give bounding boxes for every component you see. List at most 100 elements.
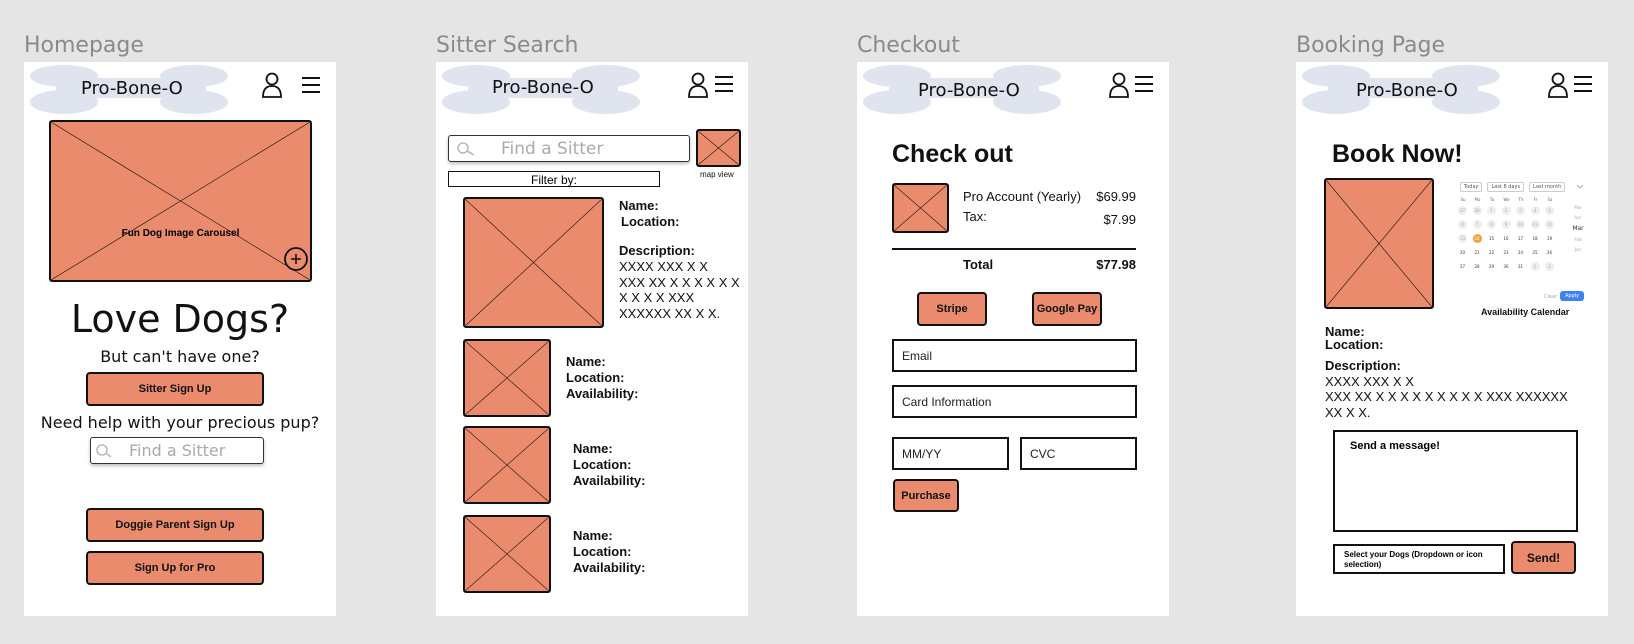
chevron-down-icon[interactable]: [1576, 184, 1584, 190]
sitter-result-photo[interactable]: [463, 339, 551, 417]
dog-select-dropdown[interactable]: Select your Dogs (Dropdown or icon selec…: [1333, 544, 1505, 574]
user-icon[interactable]: [261, 72, 283, 98]
brand-logo-text[interactable]: Pro-Bone-O: [492, 77, 594, 98]
homepage-subheadline: But can't have one?: [100, 347, 260, 366]
calendar-day[interactable]: 5: [1545, 206, 1554, 215]
cvc-field[interactable]: CVC: [1020, 437, 1137, 470]
map-view-thumbnail[interactable]: [696, 129, 741, 167]
calendar-day[interactable]: 8: [1487, 220, 1496, 229]
calendar-day[interactable]: 26: [1545, 248, 1554, 257]
calendar-caption: Availability Calendar: [1481, 307, 1570, 317]
calendar-day[interactable]: 24: [1516, 248, 1525, 257]
checkout-frame: Pro-Bone-O Check out Pro Account (Yearly…: [857, 62, 1169, 616]
featured-description-line: XXXX XXX X X: [619, 259, 708, 274]
total-price: $77.98: [1096, 257, 1136, 272]
calendar-preset-today[interactable]: Today: [1460, 182, 1483, 192]
calendar-day[interactable]: 22: [1487, 248, 1496, 257]
calendar-month[interactable]: Apr: [1575, 215, 1582, 220]
calendar-day[interactable]: 1: [1487, 206, 1496, 215]
calendar-day[interactable]: 20: [1458, 248, 1467, 257]
menu-icon[interactable]: [1134, 75, 1154, 93]
calendar-day[interactable]: 4: [1530, 206, 1540, 215]
calendar-month[interactable]: Feb: [1574, 237, 1581, 242]
calendar-preset-last-month[interactable]: Last month: [1529, 182, 1566, 192]
calendar-month[interactable]: Jan: [1575, 247, 1581, 252]
calendar-day[interactable]: 1: [1530, 262, 1540, 271]
calendar-day[interactable]: 6: [1458, 220, 1467, 229]
calendar-day[interactable]: 27: [1458, 262, 1467, 271]
send-button[interactable]: Send!: [1511, 541, 1576, 574]
calendar-day[interactable]: 12: [1545, 220, 1554, 229]
calendar-day[interactable]: 11: [1530, 220, 1540, 229]
calendar-day[interactable]: 9: [1501, 220, 1511, 229]
google-pay-button[interactable]: Google Pay: [1032, 292, 1102, 326]
calendar-day[interactable]: 29: [1487, 262, 1496, 271]
sitter-result-photo[interactable]: [463, 515, 551, 593]
calendar-day[interactable]: 19: [1545, 234, 1554, 243]
calendar-clear-button[interactable]: Clear: [1544, 294, 1557, 300]
user-icon[interactable]: [687, 72, 709, 98]
calendar-weekday: Th: [1518, 197, 1524, 202]
calendar-day[interactable]: 2: [1501, 206, 1511, 215]
email-field[interactable]: Email: [892, 339, 1137, 372]
item-price: $69.99: [1096, 189, 1136, 204]
calendar-day[interactable]: 13: [1458, 234, 1467, 243]
map-view-label[interactable]: map view: [700, 170, 734, 179]
calendar-day[interactable]: 16: [1502, 234, 1511, 243]
calendar-day[interactable]: 10: [1516, 220, 1525, 229]
calendar-day[interactable]: 17: [1516, 234, 1525, 243]
dog-image-carousel[interactable]: Fun Dog Image Carousel: [49, 120, 312, 282]
calendar-day-selected[interactable]: 14: [1472, 234, 1482, 243]
calendar-day[interactable]: 28: [1472, 206, 1482, 215]
calendar-day[interactable]: 25: [1531, 248, 1540, 257]
calendar-day[interactable]: 30: [1502, 262, 1511, 271]
calendar-day[interactable]: 7: [1472, 220, 1482, 229]
calendar-day[interactable]: 18: [1531, 234, 1540, 243]
calendar-day[interactable]: 2: [1545, 262, 1554, 271]
user-icon[interactable]: [1108, 72, 1130, 98]
calendar-day[interactable]: 23: [1502, 248, 1511, 257]
calendar-preset-last-8-days[interactable]: Last 8 days: [1487, 182, 1525, 192]
brand-logo-text[interactable]: Pro-Bone-O: [81, 78, 183, 99]
user-icon[interactable]: [1547, 72, 1569, 98]
menu-icon[interactable]: [301, 76, 321, 94]
item-name: Pro Account (Yearly): [963, 189, 1082, 204]
calendar-weekday: Su: [1460, 197, 1466, 202]
calendar-day[interactable]: 3: [1516, 206, 1525, 215]
frame-label-booking: Booking Page: [1296, 33, 1446, 58]
purchase-button[interactable]: Purchase: [893, 479, 959, 512]
sitter-search-input[interactable]: Find a Sitter: [448, 135, 690, 162]
calendar-month[interactable]: Mar: [1574, 205, 1582, 210]
featured-location-label: Location:: [621, 214, 680, 229]
menu-icon[interactable]: [714, 75, 734, 93]
message-textarea[interactable]: Send a message!: [1333, 430, 1578, 532]
calendar-day[interactable]: 21: [1473, 248, 1482, 257]
menu-icon[interactable]: [1573, 75, 1593, 93]
calendar-apply-button[interactable]: Apply: [1560, 291, 1585, 301]
expiry-field[interactable]: MM/YY: [892, 437, 1009, 470]
filter-by-dropdown[interactable]: Filter by:: [448, 171, 660, 187]
sitter-result-photo[interactable]: [463, 426, 551, 504]
brand-logo-text[interactable]: Pro-Bone-O: [918, 80, 1020, 101]
availability-calendar[interactable]: Today Last 8 days Last month Su Mo Tu We Th F…: [1456, 182, 1586, 306]
search-icon: [457, 141, 475, 156]
result-name-label: Name:: [573, 441, 613, 456]
stripe-button[interactable]: Stripe: [917, 292, 987, 326]
featured-sitter-photo[interactable]: [463, 197, 604, 328]
homepage-frame: Pro-Bone-O Fun Dog Image Carousel Love D…: [24, 62, 336, 616]
calendar-month-selected[interactable]: Mar: [1572, 225, 1583, 232]
card-information-field[interactable]: Card Information: [892, 385, 1137, 418]
result-availability-label: Availability:: [573, 473, 646, 488]
carousel-caption: Fun Dog Image Carousel: [121, 228, 240, 239]
parent-signup-button[interactable]: Doggie Parent Sign Up: [86, 508, 264, 542]
brand-logo-text[interactable]: Pro-Bone-O: [1356, 80, 1458, 101]
calendar-day[interactable]: 15: [1487, 234, 1496, 243]
calendar-day[interactable]: 27: [1458, 206, 1467, 215]
calendar-day[interactable]: 31: [1516, 262, 1525, 271]
home-search-input[interactable]: Find a Sitter: [90, 437, 264, 464]
sitter-signup-button[interactable]: Sitter Sign Up: [86, 372, 264, 406]
calendar-day[interactable]: 28: [1473, 262, 1482, 271]
pro-signup-button[interactable]: Sign Up for Pro: [86, 551, 264, 585]
result-location-label: Location:: [566, 370, 625, 385]
sitter-search-frame: Pro-Bone-O Find a Sitter map view Filter…: [436, 62, 748, 616]
